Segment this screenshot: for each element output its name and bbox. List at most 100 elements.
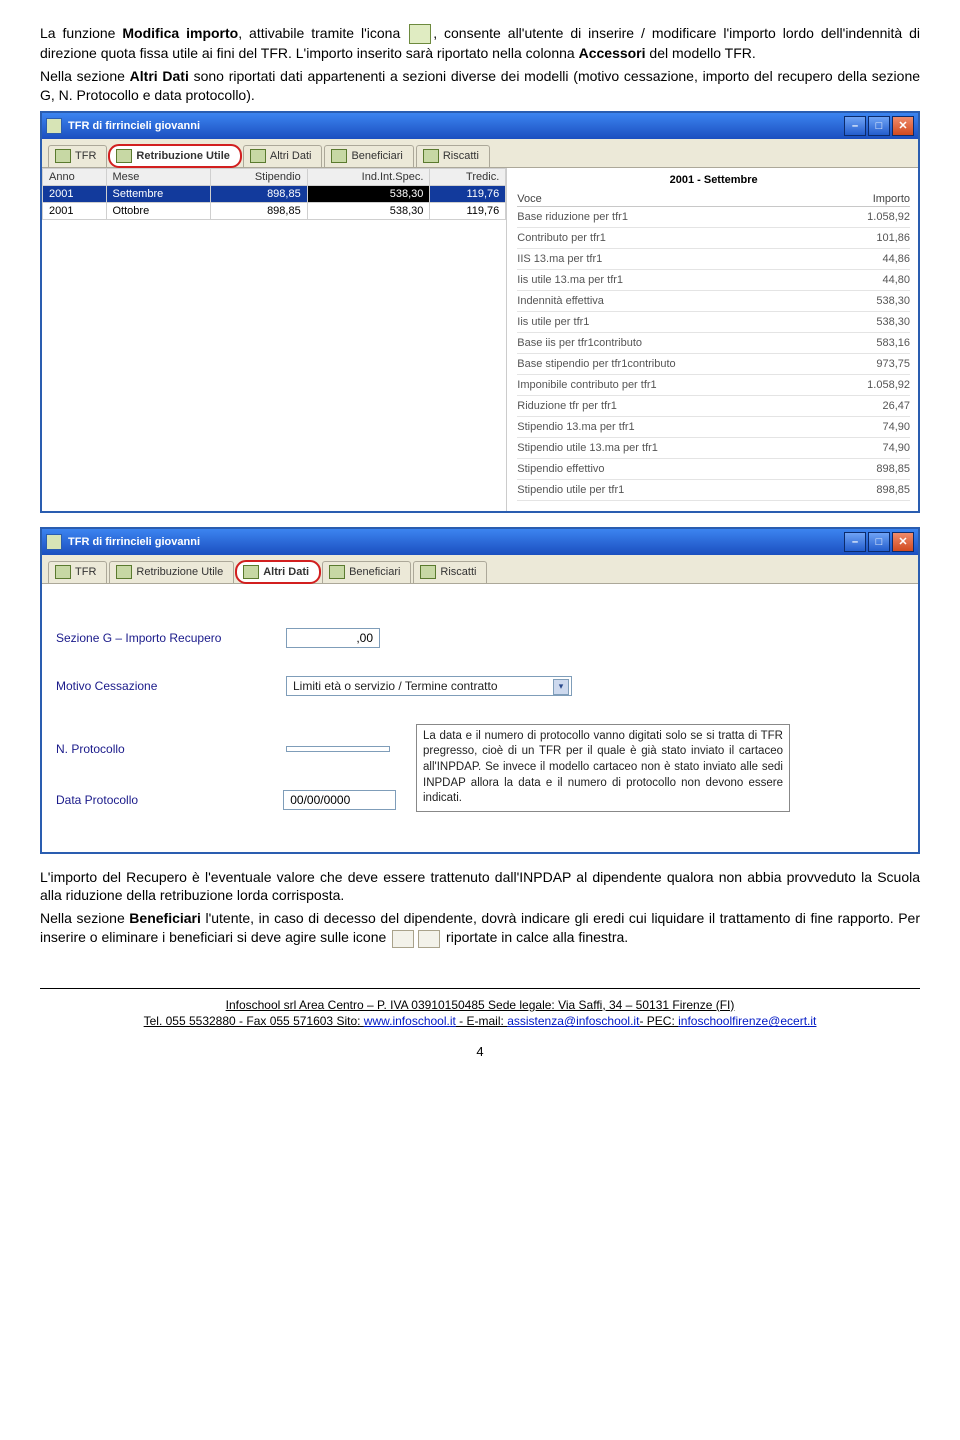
close-button[interactable]: ✕ [892,532,914,552]
cell: 2001 [43,202,107,219]
detail-importo: 1.058,92 [850,379,910,391]
detail-header: Voce Importo [517,192,910,207]
tab-altri-dati[interactable]: Altri Dati [236,561,320,583]
detail-importo: 1.058,92 [850,211,910,223]
footer-address: Infoschool srl Area Centro – P. IVA 0391… [226,998,735,1012]
tab-beneficiari[interactable]: Beneficiari [322,561,411,583]
tab-retribuzione-utile[interactable]: Retribuzione Utile [109,561,234,583]
footer-site-link[interactable]: www.infoschool.it [364,1014,456,1028]
col-mese[interactable]: Mese [106,168,211,185]
detail-row: Contributo per tfr1101,86 [517,228,910,249]
tab-label: TFR [75,150,96,162]
text: - PEC: [639,1014,678,1028]
detail-row: Base stipendio per tfr1contributo973,75 [517,354,910,375]
label-data-protocollo: Data Protocollo [56,793,283,807]
detail-voce: Base iis per tfr1contributo [517,337,850,349]
col-anno[interactable]: Anno [43,168,107,185]
tab-beneficiari[interactable]: Beneficiari [324,145,413,167]
detail-voce: Indennità effettiva [517,295,850,307]
tab-riscatti[interactable]: Riscatti [416,145,490,167]
window-altri-dati: TFR di firrincieli giovanni – □ ✕ TFR Re… [40,527,920,854]
text: Nella sezione [40,68,130,84]
detail-importo: 583,16 [850,337,910,349]
col-tredic[interactable]: Tredic. [430,168,506,185]
tab-riscatti[interactable]: Riscatti [413,561,487,583]
detail-importo: 44,86 [850,253,910,265]
text: , attivabile tramite l'icona [238,25,407,41]
text-bold: Altri Dati [130,68,189,84]
text: riportate in calce alla finestra. [442,929,628,945]
cell-focused: 538,30 [307,185,430,202]
text: Nella sezione [40,910,129,926]
detail-row: Stipendio utile per tfr1898,85 [517,480,910,501]
tab-label: Retribuzione Utile [136,566,223,578]
tab-label: Altri Dati [270,150,312,162]
cell: 538,30 [307,202,430,219]
app-icon [46,534,62,550]
minimize-button[interactable]: – [844,532,866,552]
maximize-button[interactable]: □ [868,116,890,136]
detail-importo: 898,85 [850,463,910,475]
col-indintspec[interactable]: Ind.Int.Spec. [307,168,430,185]
col-importo: Importo [873,193,910,205]
retribuzione-grid[interactable]: Anno Mese Stipendio Ind.Int.Spec. Tredic… [42,168,506,220]
minimize-button[interactable]: – [844,116,866,136]
detail-importo: 538,30 [850,316,910,328]
tab-label: TFR [75,566,96,578]
select-value: Limiti età o servizio / Termine contratt… [293,679,498,693]
window-retribuzione-utile: TFR di firrincieli giovanni – □ ✕ TFR Re… [40,111,920,513]
tab-label: Riscatti [440,566,476,578]
maximize-button[interactable]: □ [868,532,890,552]
tab-icon [116,565,132,579]
tab-icon [423,149,439,163]
tab-retribuzione-utile[interactable]: Retribuzione Utile [109,145,241,167]
tab-icon [331,149,347,163]
label-sezione-g: Sezione G – Importo Recupero [56,631,286,645]
cell: 2001 [43,185,107,202]
footer-pec-link[interactable]: infoschoolfirenze@ecert.it [678,1014,816,1028]
detail-importo: 101,86 [850,232,910,244]
detail-row: IIS 13.ma per tfr144,86 [517,249,910,270]
text-bold: Accessori [579,45,646,61]
detail-importo: 74,90 [850,421,910,433]
cell: 119,76 [430,185,506,202]
footer-email-link[interactable]: assistenza@infoschool.it [507,1014,639,1028]
tab-tfr[interactable]: TFR [48,561,107,583]
tab-label: Riscatti [443,150,479,162]
label-n-protocollo: N. Protocollo [56,742,286,756]
modify-amount-icon [409,24,431,44]
tab-icon [55,149,71,163]
cell: Settembre [106,185,211,202]
detail-row: Base riduzione per tfr11.058,92 [517,207,910,228]
detail-importo: 973,75 [850,358,910,370]
table-row[interactable]: 2001 Settembre 898,85 538,30 119,76 [43,185,506,202]
select-motivo-cessazione[interactable]: Limiti età o servizio / Termine contratt… [286,676,572,696]
detail-voce: Stipendio utile 13.ma per tfr1 [517,442,850,454]
text-bold: Beneficiari [129,910,201,926]
detail-row: Iis utile per tfr1538,30 [517,312,910,333]
tab-label: Beneficiari [351,150,402,162]
tab-label: Altri Dati [263,566,309,578]
tab-altri-dati[interactable]: Altri Dati [243,145,323,167]
tab-tfr[interactable]: TFR [48,145,107,167]
paragraph-beneficiari: Nella sezione Beneficiari l'utente, in c… [40,909,920,947]
input-n-protocollo[interactable] [286,746,390,752]
detail-voce: Contributo per tfr1 [517,232,850,244]
tab-icon [243,565,259,579]
input-data-protocollo[interactable]: 00/00/0000 [283,790,396,810]
page-number: 4 [40,1044,920,1059]
detail-row: Imponibile contributo per tfr11.058,92 [517,375,910,396]
detail-voce: Riduzione tfr per tfr1 [517,400,850,412]
close-button[interactable]: ✕ [892,116,914,136]
table-row[interactable]: 2001 Ottobre 898,85 538,30 119,76 [43,202,506,219]
detail-voce: Stipendio utile per tfr1 [517,484,850,496]
app-icon [46,118,62,134]
input-importo-recupero[interactable]: ,00 [286,628,380,648]
form-body: Sezione G – Importo Recupero ,00 Motivo … [42,584,918,852]
remove-beneficiary-icon [418,930,440,948]
col-stipendio[interactable]: Stipendio [211,168,308,185]
add-beneficiary-icon [392,930,414,948]
detail-voce: Base riduzione per tfr1 [517,211,850,223]
page-footer: Infoschool srl Area Centro – P. IVA 0391… [40,997,920,1031]
text-bold: Modifica importo [122,25,238,41]
